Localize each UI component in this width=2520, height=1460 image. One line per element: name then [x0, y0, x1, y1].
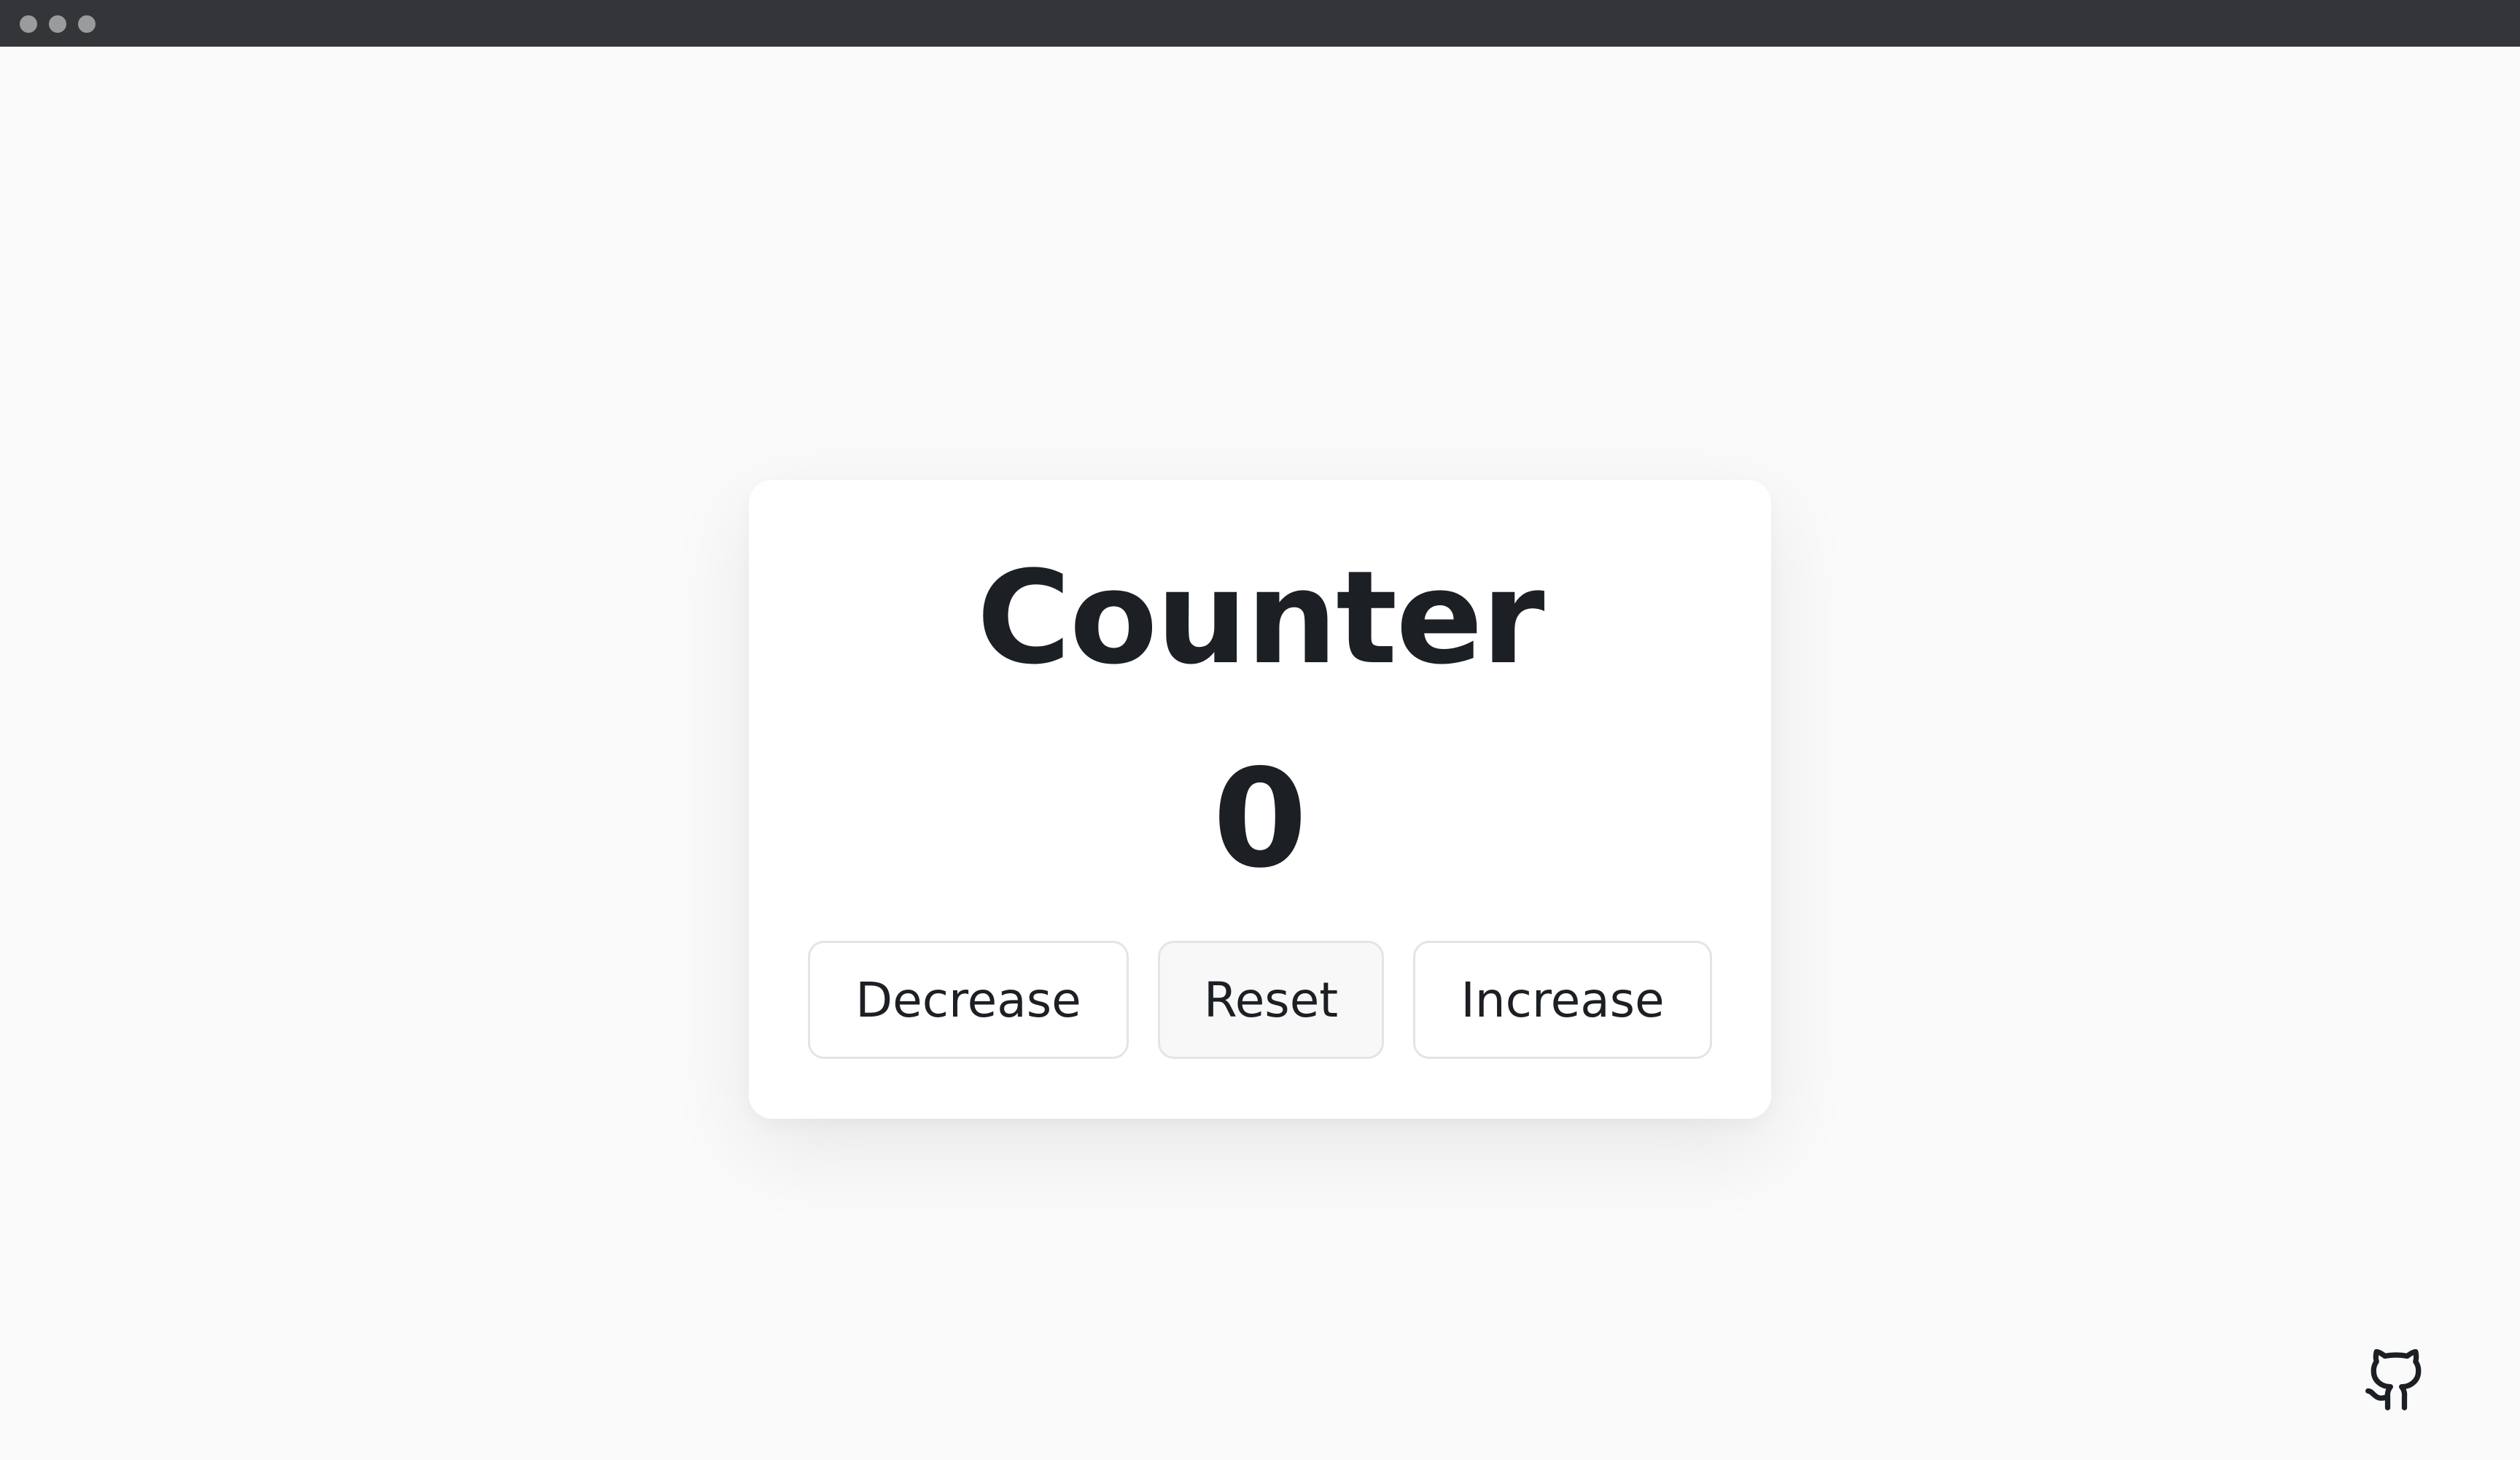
counter-title: Counter: [976, 543, 1545, 693]
counter-value: 0: [1213, 739, 1307, 898]
decrease-button[interactable]: Decrease: [808, 941, 1129, 1059]
browser-titlebar: [0, 0, 2520, 47]
window-minimize-dot[interactable]: [49, 15, 66, 33]
window-maximize-dot[interactable]: [78, 15, 96, 33]
reset-button[interactable]: Reset: [1158, 941, 1384, 1059]
increase-button[interactable]: Increase: [1413, 941, 1712, 1059]
github-icon[interactable]: [2362, 1346, 2430, 1413]
counter-card: Counter 0 Decrease Reset Increase: [749, 480, 1771, 1119]
window-close-dot[interactable]: [20, 15, 37, 33]
page-viewport: Counter 0 Decrease Reset Increase: [0, 47, 2520, 1460]
